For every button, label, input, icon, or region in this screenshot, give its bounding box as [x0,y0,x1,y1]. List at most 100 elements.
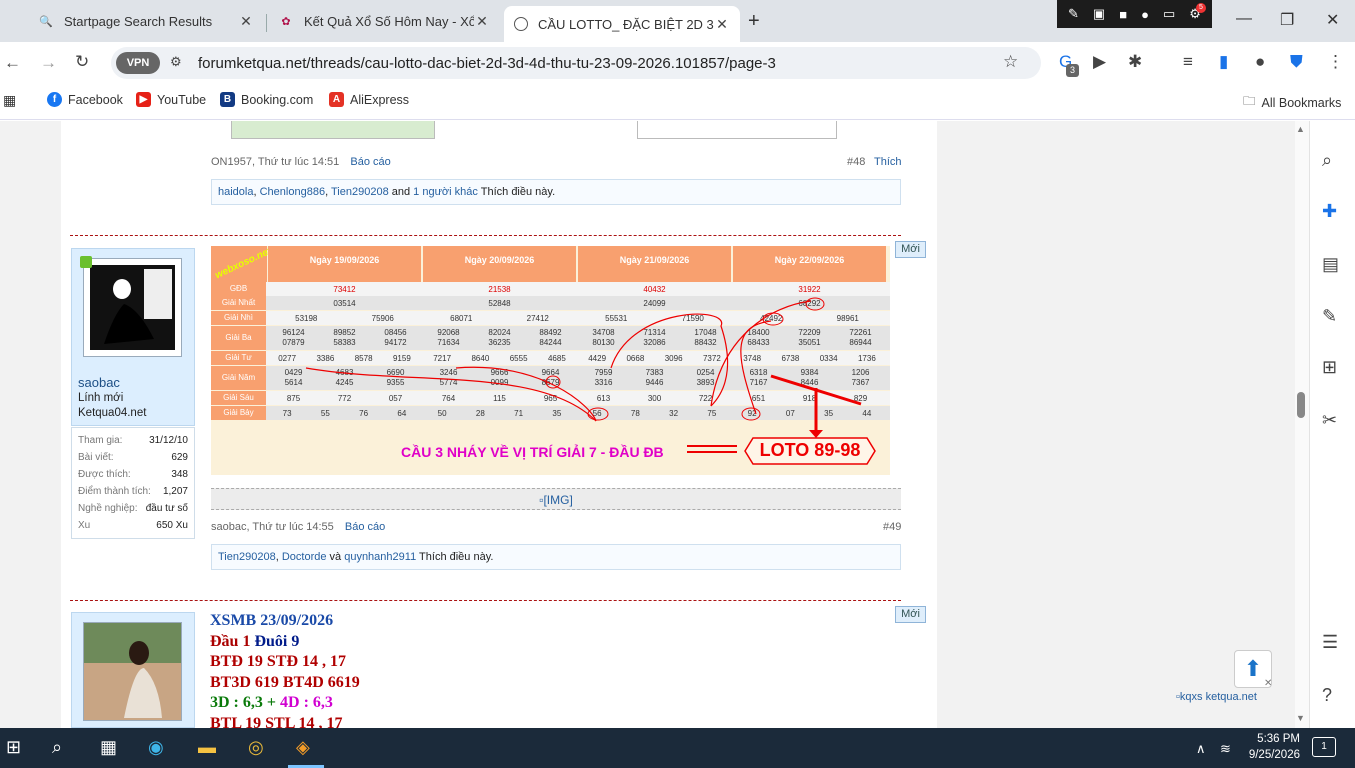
windows-start-icon[interactable]: ⊞ [6,737,21,758]
menu-icon[interactable]: ⋮ [1327,52,1344,72]
profile-icon[interactable]: ● [1255,52,1265,72]
edit-icon[interactable]: ✎ [1322,306,1337,327]
close-icon[interactable]: ✕ [1264,678,1272,689]
post-text: 4D : 6,3 [280,694,333,711]
post-time: Thứ tư lúc 14:55 [252,521,334,533]
post-number[interactable]: #49 [883,521,901,533]
stat-key: Xu [78,520,91,531]
bookmark-youtube[interactable]: ▶ YouTube [136,92,206,107]
xoso-favicon-icon: ✿ [281,15,291,28]
media-icon[interactable]: ▶ [1093,52,1106,72]
stat-value: 348 [171,469,188,480]
avatar[interactable] [83,258,182,357]
close-window-button[interactable]: ✕ [1326,10,1339,30]
video-icon[interactable]: ■ [1119,7,1127,22]
extension-badge: 3 [1066,64,1079,77]
liker-link[interactable]: haidola [218,186,253,198]
avatar[interactable] [83,622,182,721]
folder-icon: 🗀 [1243,94,1256,108]
search-icon[interactable]: ⌕ [52,737,62,758]
customize-icon[interactable]: ☰ [1322,632,1338,653]
task-view-icon[interactable]: ▦ [100,737,117,758]
others-link[interactable]: 1 người khác [413,186,478,198]
apps-grid-icon[interactable]: ▦ [3,92,16,109]
extensions-puzzle-icon[interactable]: ✱ [1128,52,1142,72]
wifi-icon[interactable]: ≋ [1220,741,1231,757]
search-icon[interactable]: ⌕ [1322,150,1332,171]
forward-icon[interactable]: → [40,53,57,73]
tab-startpage[interactable]: 🔍 Startpage Search Results ✕ [28,6,264,36]
close-icon[interactable]: ✕ [238,13,254,30]
site-info-icon[interactable]: ⚙ [170,54,182,70]
file-explorer-icon[interactable]: ▬ [198,737,216,758]
chrome-icon[interactable]: ◎ [248,737,264,758]
screen-tools-bar: ✎ ▣ ■ ● ▭ ⚙ [1057,0,1212,28]
taskbar-clock[interactable]: 5:36 PM 9/25/2026 [1240,731,1300,763]
report-link[interactable]: Báo cáo [345,521,385,533]
reading-list-icon[interactable]: ≡ [1183,52,1193,72]
notification-icon[interactable]: 1 [1312,737,1336,757]
bookmark-label: YouTube [157,92,207,107]
tab-ket-qua[interactable]: ✿ Kết Quả Xổ Số Hôm Nay - Xổ Số ✕ [268,6,500,36]
back-icon[interactable]: ← [4,53,21,73]
scrollbar-thumb[interactable] [1297,392,1305,418]
liker-link[interactable]: Doctorde [282,551,327,563]
arrow-up-icon: ⬆ [1243,656,1263,681]
booking-icon: B [220,92,235,107]
close-icon[interactable]: ✕ [714,16,730,33]
vpn-button[interactable]: VPN [116,52,160,74]
post-author[interactable]: saobac [211,521,246,533]
post-number[interactable]: #48 [847,156,865,168]
help-icon[interactable]: ? [1322,685,1332,706]
url-text[interactable]: forumketqua.net/threads/cau-lotto-dac-bi… [198,55,776,72]
like-link[interactable]: Thích [874,156,902,168]
edge-icon[interactable]: ◉ [148,737,164,758]
close-icon[interactable]: ✕ [474,13,490,30]
post-author[interactable]: ON1957 [211,156,252,168]
scroll-up-icon[interactable]: ▲ [1296,124,1305,134]
tab-cau-lotto[interactable]: CẦU LOTTO_ ĐẶC BIỆT 2D 3D 4 ✕ [504,6,740,42]
copilot-icon[interactable]: ✚ [1322,201,1337,222]
likes-summary: Tien290208, Doctorde và quynhanh2911 Thí… [211,544,901,570]
lotto-results-image[interactable]: webxoso.net Ngày 19/09/2026 Ngày 20/09/20… [211,246,890,475]
new-tab-button[interactable]: + [748,10,760,33]
draw-icon[interactable]: ✎ [1068,6,1079,22]
username[interactable]: saobac [78,375,120,390]
likes-summary: haidola, Chenlong886, Tien290208 and 1 n… [211,179,901,205]
all-bookmarks[interactable]: 🗀 All Bookmarks [1243,92,1341,113]
camera-icon[interactable]: ▣ [1093,6,1105,22]
stat-row: Nghề nghiệp: đầu tư số [78,500,188,517]
reload-icon[interactable]: ↻ [75,52,89,72]
stat-key: Nghề nghiệp: [78,503,138,514]
bookmark-star-icon[interactable]: ☆ [1003,52,1018,72]
chevron-up-icon[interactable]: ∧ [1196,741,1206,757]
liker-link[interactable]: Chenlong886 [260,186,325,198]
window-icon[interactable]: ▭ [1163,6,1175,22]
browser-app-icon[interactable]: ◈ [296,737,310,758]
user-title: Lính mới [78,392,124,404]
post-line: BTĐ 19 STĐ 14 , 17 [210,653,346,671]
liker-link[interactable]: Tien290208 [331,186,389,198]
liker-link[interactable]: Tien290208 [218,551,276,563]
broken-image[interactable]: ▫[IMG] [211,488,901,510]
mic-icon[interactable]: ● [1141,7,1149,22]
bookmark-label: Facebook [68,92,123,107]
restore-button[interactable]: ❐ [1280,10,1294,30]
bookmark-booking[interactable]: B Booking.com [220,92,313,107]
minimize-button[interactable]: — [1236,10,1252,28]
page-scrollbar[interactable] [1295,121,1309,728]
report-link[interactable]: Báo cáo [350,156,390,168]
news-icon[interactable]: ▤ [1322,254,1339,275]
bookmark-aliexpress[interactable]: A AliExpress [329,92,409,107]
scroll-down-icon[interactable]: ▼ [1296,713,1305,723]
liker-link[interactable]: quynhanh2911 [344,551,416,563]
kqxs-float-link[interactable]: ▫kqxs ketqua.net [1176,691,1257,703]
post-48-meta: ON1957, Thứ tư lúc 14:51 Báo cáo [211,156,391,168]
side-panel-icon[interactable]: ▮ [1219,52,1228,72]
stat-row: Xu 650 Xu [78,517,188,534]
gamepad-icon[interactable]: ⊞ [1322,357,1337,378]
pattern-caption: CẦU 3 NHÁY VỀ VỊ TRÍ GIẢI 7 - ĐẦU ĐB [401,444,664,460]
shield-icon[interactable]: ⛊ [1290,52,1303,72]
bookmark-facebook[interactable]: f Facebook [47,92,123,107]
tools-icon[interactable]: ✂ [1322,410,1337,431]
